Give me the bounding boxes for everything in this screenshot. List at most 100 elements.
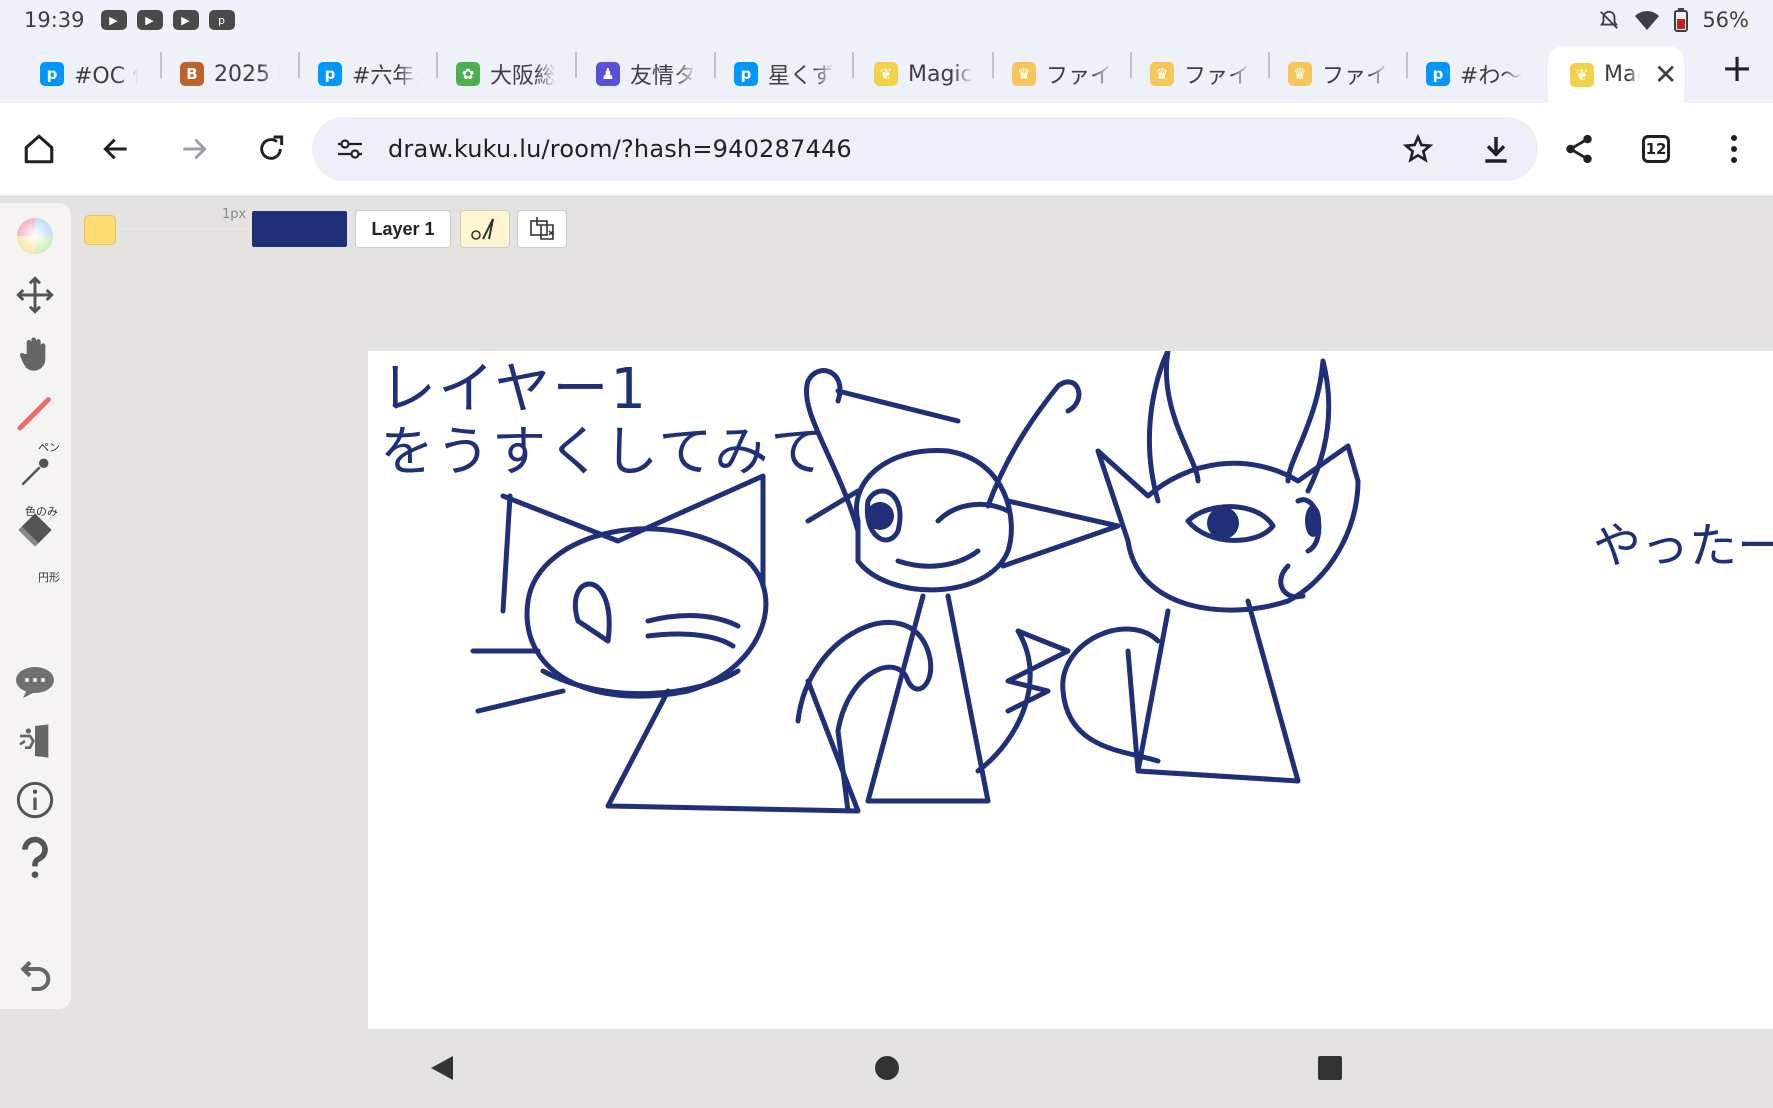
browser-menu-button[interactable] [1710, 125, 1758, 173]
brush-settings-icon [471, 218, 494, 240]
cat-right-pupil [1207, 507, 1239, 539]
cake-icon: ♛ [1288, 62, 1312, 86]
nav-home-button[interactable] [867, 1048, 907, 1088]
tab-osaka[interactable]: ✿ 大阪総 [456, 50, 556, 98]
browser-toolbar: draw.kuku.lu/room/?hash=940287446 12 [0, 103, 1773, 195]
tool-palette: ペン 色のみ 円形 [0, 203, 71, 1009]
home-button[interactable] [15, 125, 63, 173]
question-mark-icon [22, 836, 48, 878]
tab-separator [714, 52, 716, 78]
brush-size-slider[interactable] [120, 228, 260, 230]
leaf-icon: ✿ [456, 62, 480, 86]
layer-select-button[interactable]: Layer 1 [355, 210, 451, 248]
eraser-icon [18, 513, 52, 547]
tab-wa[interactable]: p #わ〜 [1426, 50, 1526, 98]
brush-settings-button[interactable] [460, 210, 510, 248]
tab-separator [1268, 52, 1270, 78]
status-system-icons: 56% [1598, 8, 1749, 32]
arrow-right-icon [183, 138, 207, 160]
youtube-icon: ▶ [172, 10, 199, 30]
bookmark-star-icon[interactable] [1402, 133, 1434, 165]
canvas-note: レイヤー1 をうすくしてみて [380, 359, 826, 483]
chat-tool[interactable] [8, 655, 62, 709]
info-icon [16, 781, 54, 819]
cat-left-wink [645, 613, 741, 649]
undo-tool[interactable] [8, 947, 62, 1001]
cat-middle-pupil [866, 502, 894, 530]
tab-2025[interactable]: B 2025 B [180, 50, 280, 98]
hand-icon [19, 337, 46, 371]
eraser-caption: 円形 [38, 571, 60, 584]
tab-switcher-button[interactable]: 12 [1632, 125, 1680, 173]
ribbon-icon: ❦ [1570, 62, 1594, 87]
exit-room-tool[interactable] [8, 714, 62, 768]
brush-size-label: 1px [222, 207, 247, 222]
reload-button[interactable] [247, 125, 295, 173]
pen-tool[interactable] [8, 386, 62, 440]
more-vertical-icon [1731, 135, 1737, 163]
tab-yujo[interactable]: ♟ 友情タ [596, 50, 696, 98]
canvas-note-line2: をうすくしてみて [380, 420, 827, 483]
tab-rokunensei[interactable]: p #六年生 [318, 50, 418, 98]
eyedropper-tool[interactable] [8, 445, 62, 499]
cat-middle-ears [805, 388, 1121, 569]
tab-file-1[interactable]: ♛ ファイ [1012, 50, 1112, 98]
battery-percent: 56% [1702, 8, 1749, 32]
tab-oc[interactable]: p #OC 作 [40, 50, 138, 98]
pen-color-swatch[interactable] [252, 211, 347, 247]
download-icon[interactable] [1480, 133, 1512, 165]
back-button[interactable] [92, 125, 140, 173]
circle-home-icon [875, 1056, 899, 1080]
nav-recents-button[interactable] [1310, 1048, 1350, 1088]
crop-resize-icon [530, 217, 554, 240]
mute-icon [1600, 10, 1619, 29]
tab-separator [1406, 52, 1408, 78]
address-bar[interactable]: draw.kuku.lu/room/?hash=940287446 [312, 117, 1538, 181]
drawing-canvas[interactable]: レイヤー1 をうすくしてみて やったー! [368, 351, 1773, 1029]
tab-strip: p #OC 作 B 2025 B p #六年生 ✿ 大阪総 ♟ 友情タ p 星く… [0, 40, 1773, 103]
close-tab-icon[interactable]: ✕ [1654, 58, 1677, 91]
wifi-icon [1635, 11, 1660, 30]
forward-button[interactable] [170, 125, 218, 173]
share-icon [1566, 134, 1592, 164]
tab-separator [160, 52, 162, 78]
tab-separator [575, 52, 577, 78]
secondary-color-swatch[interactable] [84, 215, 116, 245]
tab-file-2[interactable]: ♛ ファイ [1150, 50, 1250, 98]
eraser-tool[interactable] [8, 503, 62, 557]
move-tool[interactable] [8, 268, 62, 322]
tab-separator [298, 52, 300, 78]
help-tool[interactable] [8, 831, 62, 885]
url-text[interactable]: draw.kuku.lu/room/?hash=940287446 [388, 135, 852, 163]
site-settings-icon[interactable] [336, 137, 364, 161]
color-wheel-tool[interactable] [8, 209, 62, 263]
exit-door-icon [19, 724, 49, 758]
people-icon: ♟ [596, 62, 620, 86]
status-notification-icons: ▶ ▶ ▶ p [100, 10, 235, 30]
tab-count: 12 [1642, 135, 1670, 163]
nav-back-button[interactable] [422, 1048, 462, 1088]
cat-middle-body [865, 593, 991, 804]
event-icon: B [180, 62, 204, 86]
eyedropper-icon [21, 458, 49, 486]
pixiv-icon: p [208, 10, 235, 30]
triangle-back-icon [431, 1056, 453, 1080]
battery-icon [1674, 8, 1689, 32]
tab-hoshikuzu[interactable]: p 星くず [734, 50, 834, 98]
status-bar: 19:39 ▶ ▶ ▶ p 56% [0, 0, 1773, 40]
home-icon [24, 134, 54, 164]
share-button[interactable] [1555, 125, 1603, 173]
drawing-app: ペン 色のみ 円形 1px Layer 1 レイヤー1 をうすくしてみて やった… [0, 195, 1773, 1030]
cat-right-body [1135, 598, 1301, 784]
ribbon-icon: ❦ [874, 62, 898, 86]
hand-tool[interactable] [8, 327, 62, 381]
move-arrows-icon [16, 276, 54, 314]
cat-middle-mouth [895, 548, 981, 569]
tab-magic[interactable]: ❦ Magic [874, 50, 974, 98]
canvas-resize-button[interactable] [517, 210, 567, 248]
tab-active-magic[interactable]: ❦ Mag ✕ [1548, 46, 1684, 103]
info-tool[interactable] [8, 773, 62, 827]
pixiv-icon: p [318, 62, 342, 86]
tab-file-3[interactable]: ♛ ファイ [1288, 50, 1388, 98]
new-tab-button[interactable]: + [1715, 48, 1759, 88]
